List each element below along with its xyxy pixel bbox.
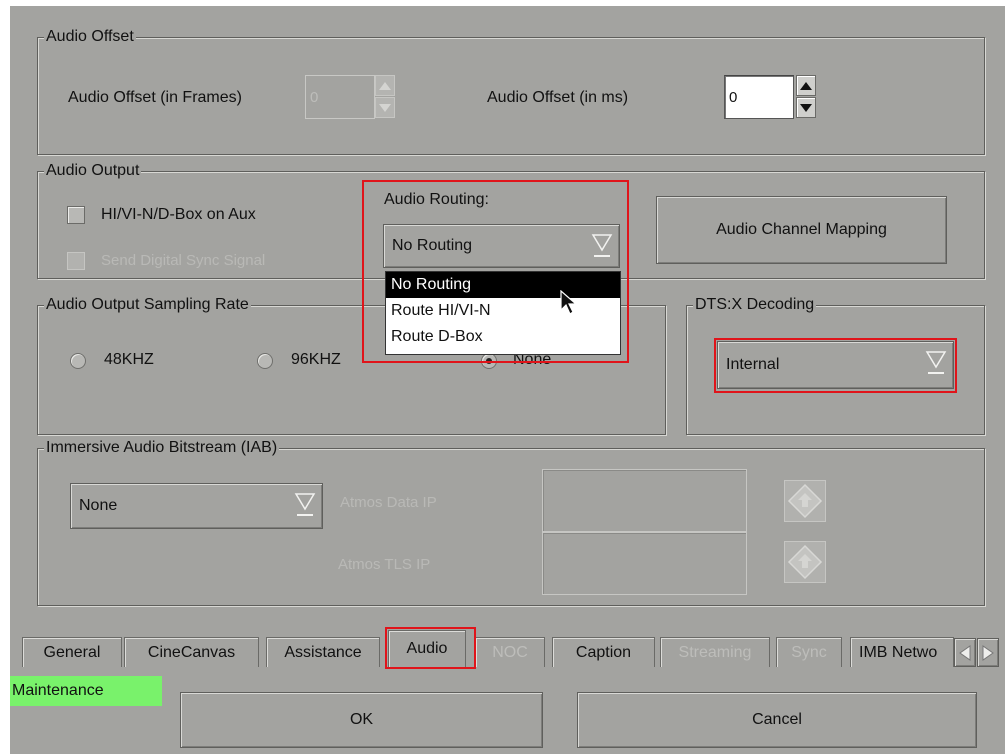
audio-offset-frames-input[interactable]: 0 — [305, 75, 375, 119]
arrow-right-icon — [982, 644, 994, 661]
radio-48khz-label: 48KHZ — [104, 351, 154, 368]
status-badge: Maintenance — [10, 676, 162, 706]
tab-caption[interactable]: Caption — [552, 637, 655, 667]
frames-increment-button[interactable] — [375, 75, 395, 96]
audio-output-title: Audio Output — [44, 161, 142, 181]
audio-offset-frames-label: Audio Offset (in Frames) — [68, 89, 242, 106]
network-icon — [787, 483, 823, 519]
arrow-down-icon — [800, 103, 812, 112]
radio-96khz[interactable] — [257, 353, 273, 369]
atmos-data-ip-label: Atmos Data IP — [340, 494, 437, 511]
cancel-button[interactable]: Cancel — [577, 692, 977, 748]
audio-routing-highlight — [362, 180, 629, 363]
ms-decrement-button[interactable] — [796, 97, 816, 118]
tab-streaming[interactable]: Streaming — [660, 637, 770, 667]
arrow-left-icon — [959, 644, 971, 661]
audio-offset-ms-label: Audio Offset (in ms) — [487, 89, 629, 106]
dtsx-highlight — [714, 338, 957, 393]
atmos-tls-ip-field[interactable] — [542, 532, 747, 595]
tab-cinecanvas[interactable]: CineCanvas — [124, 637, 259, 667]
tab-imb-network[interactable]: IMB Netwo — [850, 637, 954, 667]
tab-assistance[interactable]: Assistance — [266, 637, 380, 667]
dtsx-title: DTS:X Decoding — [693, 295, 817, 315]
aux-checkbox-label: HI/VI-N/D-Box on Aux — [101, 206, 256, 223]
network-icon — [787, 544, 823, 580]
iab-combo[interactable]: None — [70, 483, 323, 529]
ok-button[interactable]: OK — [180, 692, 543, 748]
arrow-up-icon — [379, 81, 391, 90]
aux-checkbox[interactable] — [67, 206, 85, 224]
tab-scroll-right-button[interactable] — [977, 638, 999, 667]
audio-offset-title: Audio Offset — [44, 27, 136, 47]
tab-scroll-left-button[interactable] — [954, 638, 976, 667]
sync-checkbox-label: Send Digital Sync Signal — [101, 252, 266, 269]
atmos-tls-ip-button[interactable] — [784, 541, 826, 583]
frames-decrement-button[interactable] — [375, 97, 395, 118]
atmos-data-ip-button[interactable] — [784, 480, 826, 522]
dropdown-arrow-icon — [294, 493, 316, 516]
tab-sync[interactable]: Sync — [776, 637, 842, 667]
audio-offset-ms-input[interactable]: 0 — [724, 75, 794, 119]
arrow-down-icon — [379, 103, 391, 112]
iab-title: Immersive Audio Bitstream (IAB) — [44, 438, 280, 458]
tab-noc[interactable]: NOC — [475, 637, 545, 667]
tab-general[interactable]: General — [22, 637, 122, 667]
sampling-rate-title: Audio Output Sampling Rate — [44, 295, 251, 315]
atmos-tls-ip-label: Atmos TLS IP — [338, 556, 431, 573]
arrow-up-icon — [800, 81, 812, 90]
audio-channel-mapping-button[interactable]: Audio Channel Mapping — [656, 196, 947, 264]
atmos-data-ip-field[interactable] — [542, 469, 747, 532]
radio-96khz-label: 96KHZ — [291, 351, 341, 368]
audio-tab-highlight — [385, 627, 476, 669]
radio-48khz[interactable] — [70, 353, 86, 369]
ms-increment-button[interactable] — [796, 75, 816, 96]
sync-checkbox[interactable] — [67, 252, 85, 270]
iab-value: None — [79, 497, 118, 514]
